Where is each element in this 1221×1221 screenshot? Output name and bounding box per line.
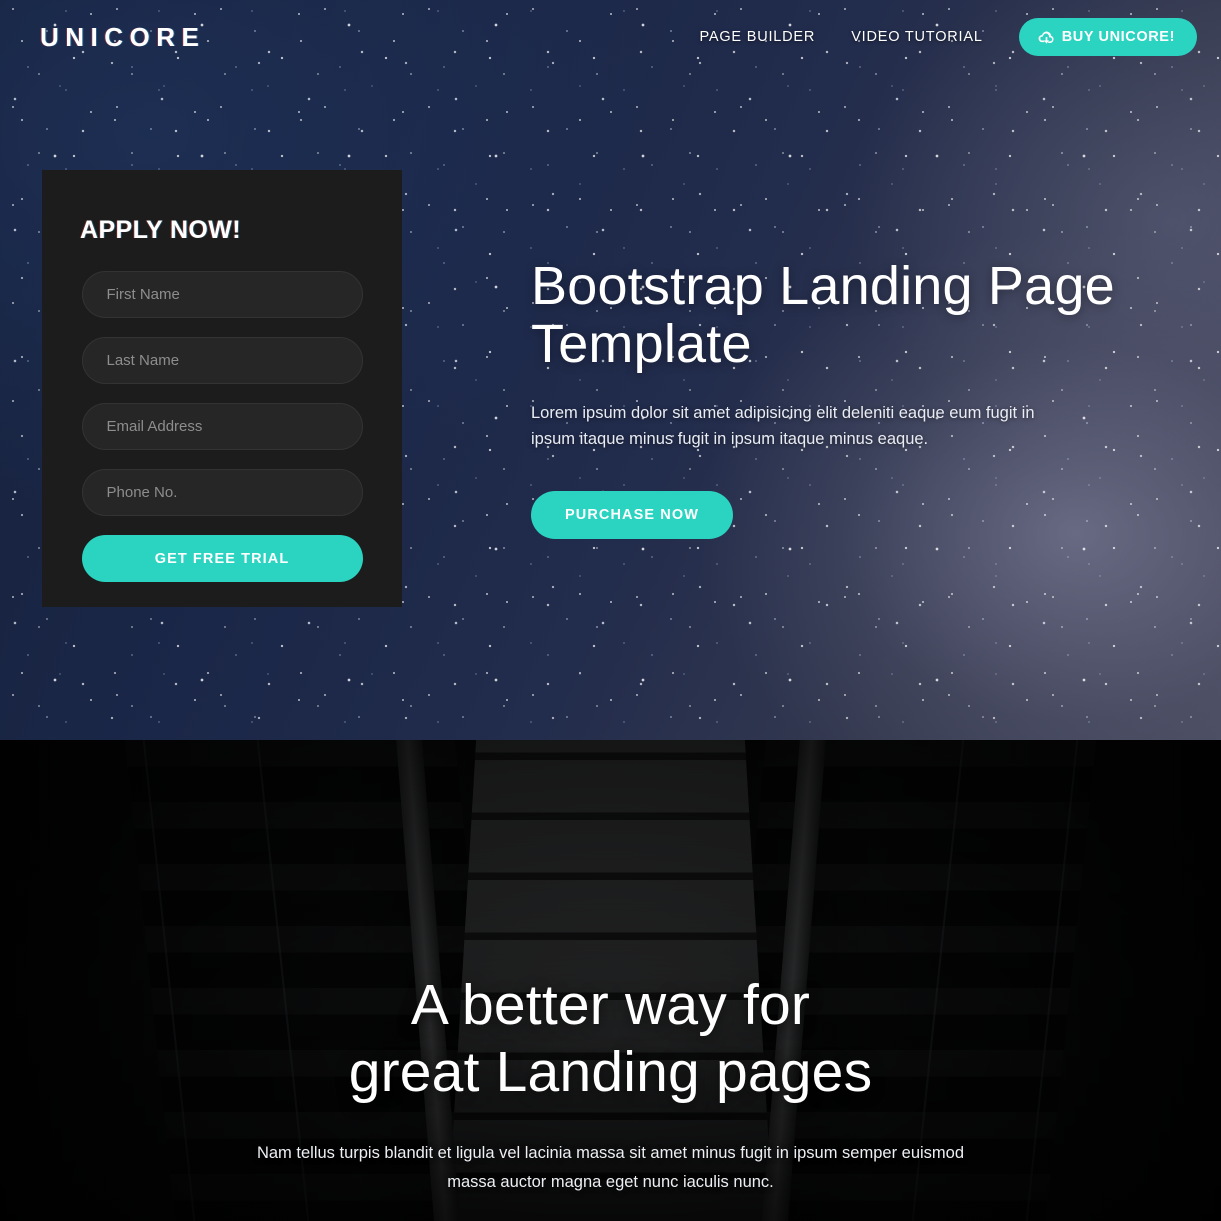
hero-title: Bootstrap Landing Page Template: [531, 256, 1115, 374]
buy-unicore-label: BUY UNICORE!: [1061, 29, 1175, 45]
apply-now-title: APPLY NOW!: [80, 216, 241, 244]
nav-link-video-tutorial[interactable]: VIDEO TUTORIAL: [833, 29, 1001, 45]
feature-section: A better way for great Landing pages Nam…: [0, 740, 1221, 1221]
get-free-trial-button[interactable]: GET FREE TRIAL: [81, 535, 363, 582]
first-name-input[interactable]: [81, 271, 363, 318]
feature-subtitle: Nam tellus turpis blandit et ligula vel …: [256, 1144, 965, 1192]
buy-unicore-button[interactable]: BUY UNICORE!: [1018, 18, 1197, 56]
hero-section: UNICORE PAGE BUILDER VIDEO TUTORIAL BUY …: [0, 0, 1221, 740]
top-navbar: UNICORE PAGE BUILDER VIDEO TUTORIAL BUY …: [0, 0, 1221, 74]
phone-no-input[interactable]: [81, 469, 363, 516]
feature-copy: A better way for great Landing pages Nam…: [0, 972, 1221, 1197]
apply-now-card: APPLY NOW! GET FREE TRIAL: [42, 170, 402, 607]
cloud-download-icon: [1038, 31, 1054, 44]
landing-page: UNICORE PAGE BUILDER VIDEO TUTORIAL BUY …: [0, 0, 1221, 1221]
last-name-input[interactable]: [81, 337, 363, 384]
nav-links-group: PAGE BUILDER VIDEO TUTORIAL BUY UNICORE!: [681, 18, 1197, 56]
feature-title-line-1: A better way for: [410, 973, 811, 1037]
purchase-now-button[interactable]: PURCHASE NOW: [531, 490, 734, 539]
nav-link-page-builder[interactable]: PAGE BUILDER: [681, 29, 833, 45]
hero-copy: Bootstrap Landing Page Template Lorem ip…: [531, 256, 1156, 539]
email-address-input[interactable]: [81, 403, 363, 450]
hero-subtitle: Lorem ipsum dolor sit amet adipisicing e…: [531, 403, 1035, 449]
feature-title: A better way for great Landing pages: [60, 972, 1161, 1105]
feature-title-line-2: great Landing pages: [348, 1039, 873, 1104]
brand-logo[interactable]: UNICORE: [40, 22, 205, 53]
